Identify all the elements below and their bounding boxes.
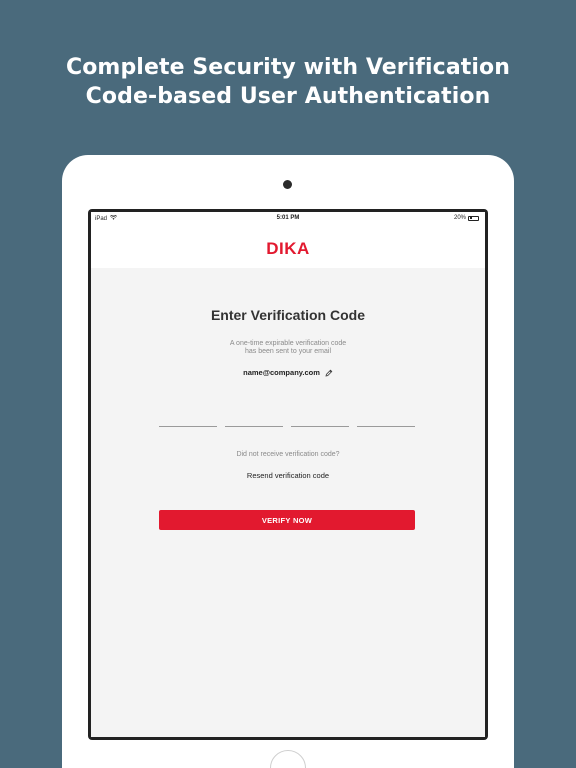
- dika-logo: DIKA: [266, 239, 310, 258]
- resend-code-link[interactable]: Resend verification code: [247, 471, 329, 480]
- home-button[interactable]: [270, 750, 306, 768]
- promo-headline: Complete Security with Verification Code…: [0, 53, 576, 111]
- headline-line-2: Code-based User Authentication: [85, 84, 491, 109]
- battery-percent: 20%: [453, 215, 466, 221]
- resend-row: Resend verification code: [91, 471, 485, 480]
- status-bar: iPad 5:01 PM 20%: [91, 212, 485, 225]
- pencil-icon[interactable]: [325, 369, 333, 377]
- app-header: DIKA: [91, 225, 485, 268]
- code-digit-1[interactable]: [159, 419, 217, 427]
- battery-icon: [468, 215, 479, 221]
- email-address: name@company.com: [243, 368, 320, 377]
- code-input-group: [159, 419, 415, 427]
- status-time: 5:01 PM: [276, 215, 300, 221]
- app-screen: iPad 5:01 PM 20% DIKA Enter Verification…: [91, 212, 485, 737]
- ipad-frame: iPad 5:01 PM 20% DIKA Enter Verification…: [62, 155, 514, 768]
- email-row: name@company.com: [91, 368, 485, 377]
- status-right: 20%: [454, 215, 479, 221]
- headline-line-1: Complete Security with Verification: [65, 55, 511, 80]
- verification-description: A one-time expirable verification code h…: [91, 340, 485, 356]
- description-line-2: has been sent to your email: [245, 348, 331, 355]
- page-title: Enter Verification Code: [210, 307, 366, 323]
- code-digit-2[interactable]: [225, 419, 283, 427]
- code-digit-3[interactable]: [291, 419, 349, 427]
- code-digit-4[interactable]: [357, 419, 415, 427]
- verify-now-button[interactable]: VERIFY NOW: [159, 510, 415, 530]
- not-received-text: Did not receive verification code?: [236, 451, 340, 458]
- description-line-1: A one-time expirable verification code: [229, 340, 347, 347]
- camera-dot: [283, 180, 292, 189]
- device-screen: iPad 5:01 PM 20% DIKA Enter Verification…: [88, 209, 488, 740]
